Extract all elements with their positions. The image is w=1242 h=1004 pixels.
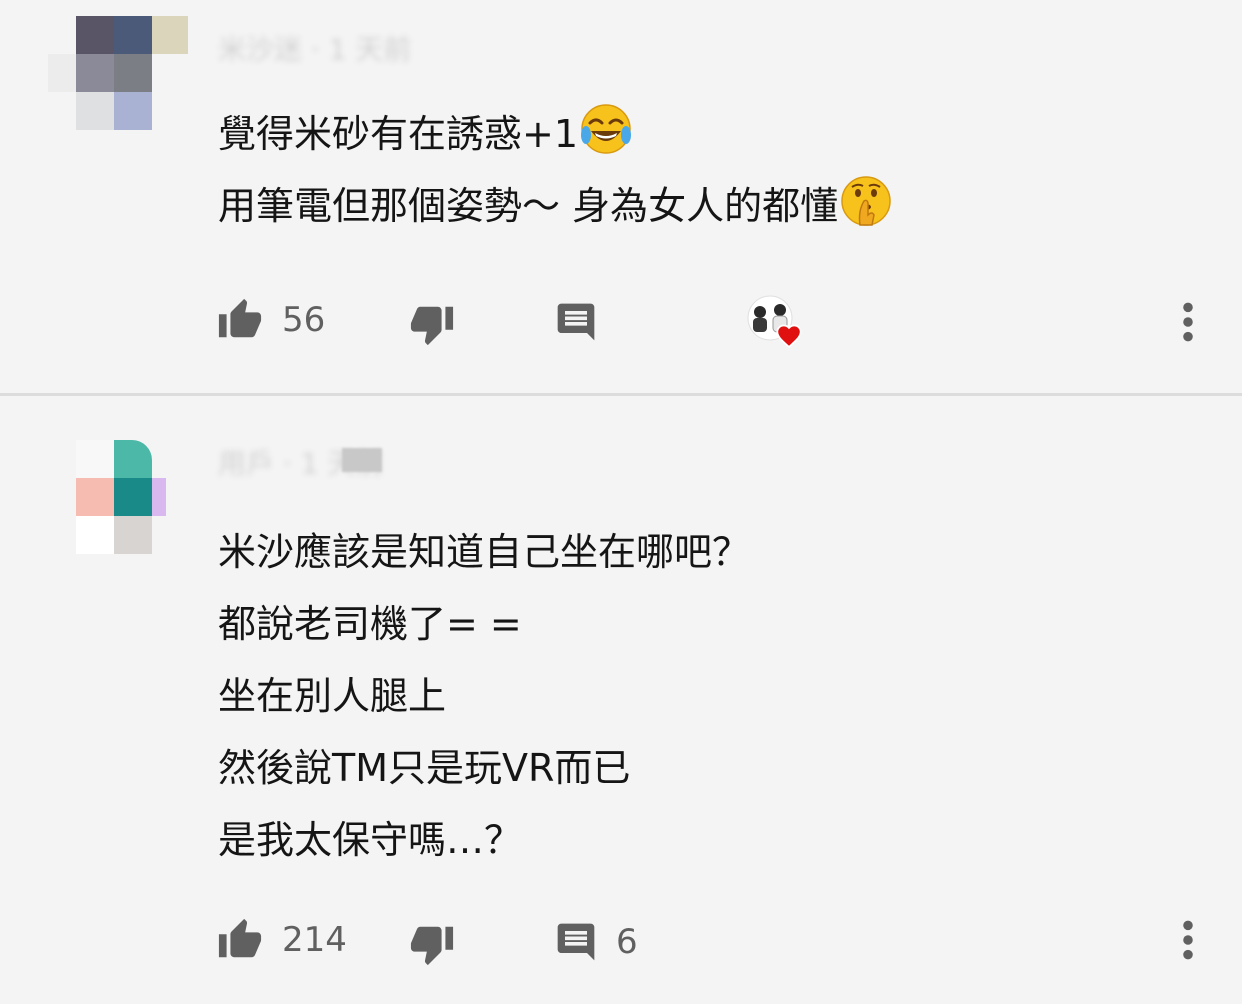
more-vert-icon xyxy=(1183,920,1193,960)
shushing-face-emoji xyxy=(841,176,891,226)
comment-line: 是我太保守嗎…？ xyxy=(218,818,523,862)
avatar[interactable] xyxy=(48,14,188,134)
thumb-up-icon xyxy=(218,918,262,958)
comment-icon xyxy=(557,303,595,341)
more-vert-icon xyxy=(1183,302,1193,342)
comment-text: 米沙應該是知道自己坐在哪吧？ 都說老司機了= = 坐在別人腿上 然後說TM只是玩… xyxy=(218,516,750,876)
reply-count: 6 xyxy=(616,922,638,962)
dislike-button[interactable] xyxy=(408,294,456,354)
reply-button[interactable] xyxy=(554,292,598,352)
like-button[interactable]: 56 xyxy=(216,290,325,350)
comment-text: 覺得米砂有在誘惑+1 用筆電但那個姿勢～ 身為女人的都懂 xyxy=(218,98,892,242)
creator-heart-badge xyxy=(746,292,806,352)
comment-line: 都說老司機了= = xyxy=(218,602,522,646)
avatar[interactable] xyxy=(48,440,188,560)
thumb-up-icon xyxy=(218,298,262,338)
blurred-name-block xyxy=(342,448,382,472)
heart-icon xyxy=(776,324,802,349)
comment-line: 米沙應該是知道自己坐在哪吧？ xyxy=(218,530,751,574)
comment-line: 覺得米砂有在誘惑+1 xyxy=(218,98,892,170)
thumb-down-icon xyxy=(410,926,454,966)
comment-line: 然後說TM只是玩VR而已 xyxy=(218,746,631,790)
like-count: 56 xyxy=(282,300,326,340)
more-options-button[interactable] xyxy=(1170,918,1206,966)
more-options-button[interactable] xyxy=(1170,300,1206,348)
comment-line: 坐在別人腿上 xyxy=(218,674,447,718)
comment-line: 用筆電但那個姿勢～ 身為女人的都懂 xyxy=(218,170,892,242)
like-button[interactable]: 214 xyxy=(216,910,347,970)
comment-action-bar: 214 6 xyxy=(216,910,1216,970)
like-count: 214 xyxy=(282,920,347,960)
comment-action-bar: 56 xyxy=(216,290,1216,350)
comment-thread-item: 用戶 · 1 天前 米沙應該是知道自己坐在哪吧？ 都說老司機了= = 坐在別人腿… xyxy=(0,396,1242,1004)
reply-button[interactable]: 6 xyxy=(554,912,638,972)
face-with-tears-of-joy-emoji xyxy=(581,104,632,154)
comment-author-and-time[interactable]: 米沙迷 · 1 天前 xyxy=(218,28,411,68)
comment-thread-item: 米沙迷 · 1 天前 覺得米砂有在誘惑+1 用筆電但那個姿勢～ 身為女人的都懂 xyxy=(0,0,1242,394)
comment-icon xyxy=(557,923,595,961)
dislike-button[interactable] xyxy=(408,914,456,974)
thumb-down-icon xyxy=(410,306,454,346)
